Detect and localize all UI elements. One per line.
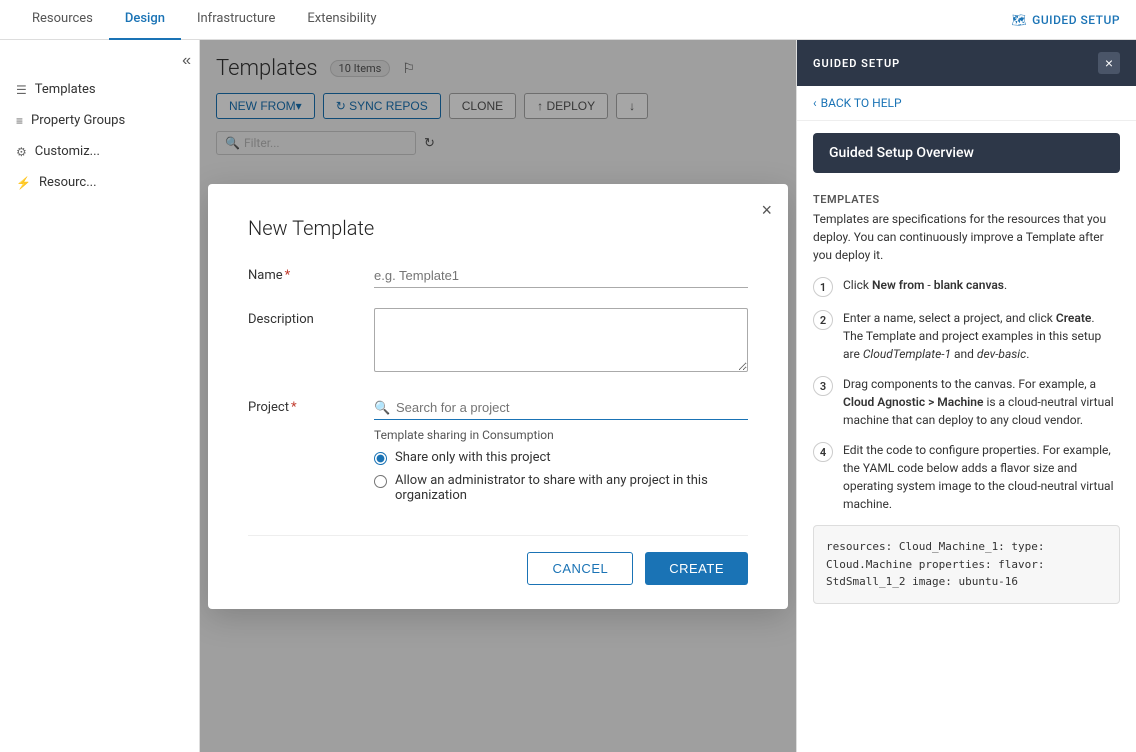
description-label: Description — [248, 308, 358, 327]
step-3-number: 3 — [813, 376, 833, 396]
yaml-code-block: resources: Cloud_Machine_1: type: Cloud.… — [813, 525, 1120, 604]
sharing-section: Template sharing in Consumption Share on… — [374, 428, 748, 503]
radio-admin-share-label: Allow an administrator to share with any… — [395, 473, 748, 503]
name-label: Name* — [248, 264, 358, 283]
step-2-number: 2 — [813, 310, 833, 330]
content-area: Templates 10 Items ⚐ NEW FROM▾ ↻ SYNC RE… — [200, 40, 796, 752]
step-3-text: Drag components to the canvas. For examp… — [843, 375, 1120, 429]
collapse-button[interactable]: « — [182, 52, 191, 70]
name-required-star: * — [285, 268, 291, 283]
map-icon: 🗺 — [1011, 13, 1027, 27]
step-4-number: 4 — [813, 442, 833, 462]
panel-body: Templates are specifications for the res… — [797, 210, 1136, 628]
radio-admin-share[interactable] — [374, 475, 387, 488]
create-button[interactable]: CREATE — [645, 552, 748, 585]
step-3: 3 Drag components to the canvas. For exa… — [813, 375, 1120, 429]
modal-title: New Template — [248, 216, 748, 240]
project-label: Project* — [248, 396, 358, 415]
step-1-text: Click New from - blank canvas. — [843, 276, 1007, 297]
name-input[interactable] — [374, 264, 748, 288]
name-row: Name* — [248, 264, 748, 288]
guided-setup-button[interactable]: 🗺 GUIDED SETUP — [1011, 13, 1120, 27]
tab-resources[interactable]: Resources — [16, 0, 109, 40]
description-textarea[interactable] — [374, 308, 748, 372]
customize-icon: ⚙ — [16, 145, 27, 159]
cancel-button[interactable]: CANCEL — [527, 552, 633, 585]
project-search-input[interactable] — [374, 396, 748, 420]
sidebar-item-templates[interactable]: ☰ Templates — [0, 74, 199, 105]
templates-icon: ☰ — [16, 83, 27, 97]
project-required-star: * — [291, 400, 297, 415]
sidebar-item-customize[interactable]: ⚙ Customiz... — [0, 136, 199, 167]
resources-icon: ⚡ — [16, 176, 31, 190]
radio-row-share-project: Share only with this project — [374, 450, 748, 465]
top-nav: Resources Design Infrastructure Extensib… — [0, 0, 1136, 40]
tab-infrastructure[interactable]: Infrastructure — [181, 0, 291, 40]
sidebar-item-property-groups[interactable]: ≡ Property Groups — [0, 105, 199, 136]
step-4: 4 Edit the code to configure properties.… — [813, 441, 1120, 513]
modal-close-button[interactable]: × — [761, 200, 772, 221]
panel-close-button[interactable]: × — [1098, 52, 1120, 74]
back-to-help-link[interactable]: ‹ BACK TO HELP — [797, 86, 1136, 121]
panel-header: GUIDED SETUP × — [797, 40, 1136, 86]
back-chevron-icon: ‹ — [813, 96, 817, 110]
radio-share-project-label: Share only with this project — [395, 450, 551, 465]
overview-title-box: Guided Setup Overview — [813, 133, 1120, 173]
project-search-wrap: 🔍 — [374, 396, 748, 420]
modal-overlay: × New Template Name* Description — [200, 40, 796, 752]
new-template-modal: × New Template Name* Description — [208, 184, 788, 609]
step-1-number: 1 — [813, 277, 833, 297]
description-row: Description — [248, 308, 748, 376]
step-2: 2 Enter a name, select a project, and cl… — [813, 309, 1120, 363]
tab-extensibility[interactable]: Extensibility — [291, 0, 392, 40]
main-layout: « ☰ Templates ≡ Property Groups ⚙ Custom… — [0, 40, 1136, 752]
right-panel: GUIDED SETUP × ‹ BACK TO HELP Guided Set… — [796, 40, 1136, 752]
sharing-label: Template sharing in Consumption — [374, 428, 748, 442]
description-input-wrap — [374, 308, 748, 376]
radio-row-admin-share: Allow an administrator to share with any… — [374, 473, 748, 503]
tab-design[interactable]: Design — [109, 0, 181, 40]
panel-section-title: TEMPLATES — [797, 185, 1136, 210]
modal-footer: CANCEL CREATE — [248, 535, 748, 585]
step-1: 1 Click New from - blank canvas. — [813, 276, 1120, 297]
project-input-wrap: 🔍 Template sharing in Consumption Share … — [374, 396, 748, 511]
sidebar-item-resources[interactable]: ⚡ Resourc... — [0, 167, 199, 198]
sidebar: « ☰ Templates ≡ Property Groups ⚙ Custom… — [0, 40, 200, 752]
step-4-text: Edit the code to configure properties. F… — [843, 441, 1120, 513]
step-2-text: Enter a name, select a project, and clic… — [843, 309, 1120, 363]
property-groups-icon: ≡ — [16, 114, 23, 128]
radio-share-project[interactable] — [374, 452, 387, 465]
panel-intro-text: Templates are specifications for the res… — [813, 210, 1120, 264]
name-input-wrap — [374, 264, 748, 288]
project-row: Project* 🔍 Template sharing in Consumpti… — [248, 396, 748, 511]
